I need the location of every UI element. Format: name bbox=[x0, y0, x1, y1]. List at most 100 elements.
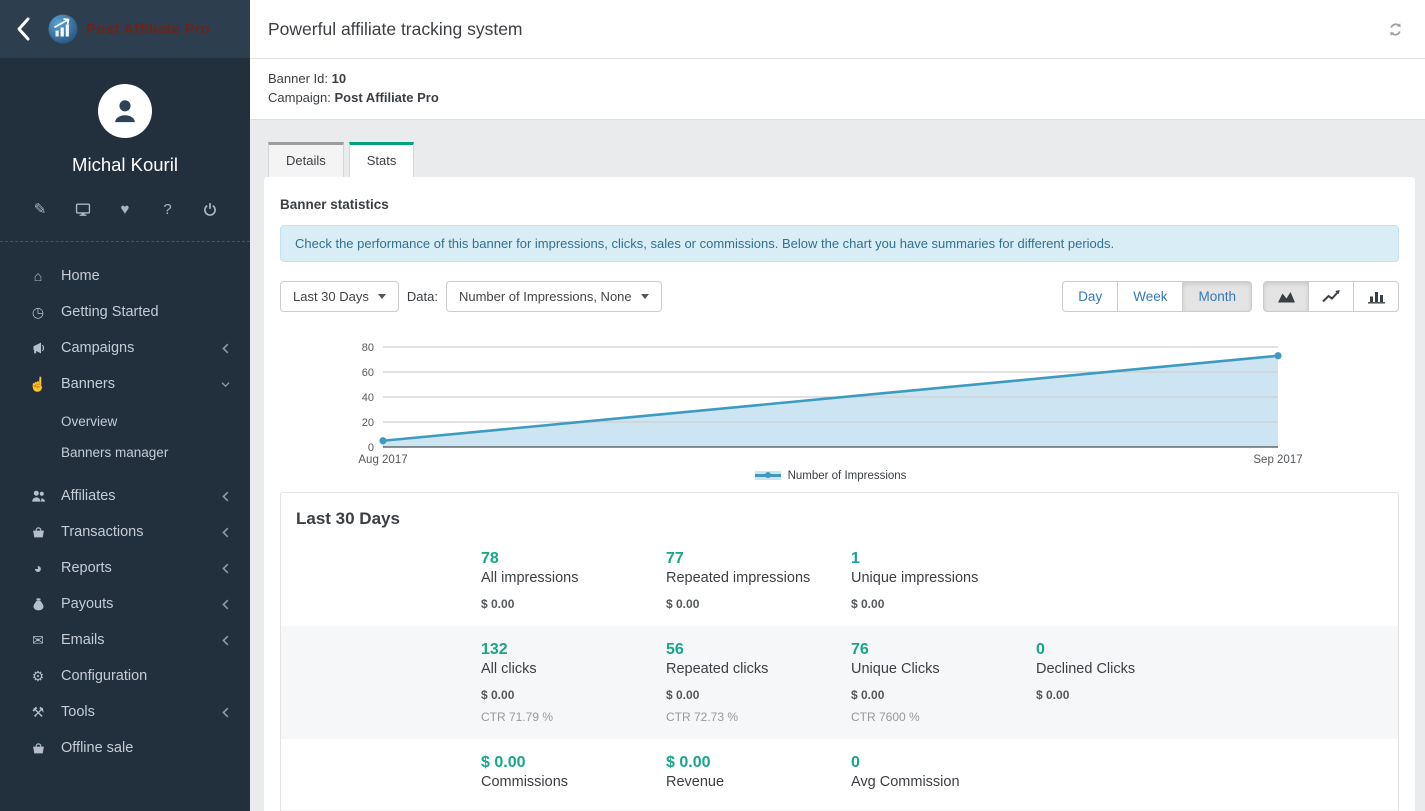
data-dropdown[interactable]: Number of Impressions, None bbox=[446, 281, 662, 312]
sidebar-item-label: Affiliates bbox=[61, 488, 116, 504]
stat-cell-declined-clicks: 0Declined Clicks$ 0.00 bbox=[1036, 639, 1398, 724]
stat-cell-unique-impressions: 1Unique impressions$ 0.00 bbox=[851, 548, 1036, 611]
period-dropdown-value: Last 30 Days bbox=[293, 289, 369, 304]
sidebar-item-transactions[interactable]: Transactions bbox=[0, 514, 250, 550]
power-icon[interactable] bbox=[202, 202, 218, 217]
sidebar-item-payouts[interactable]: Payouts bbox=[0, 586, 250, 622]
month-button[interactable]: Month bbox=[1182, 281, 1252, 312]
app-logo[interactable]: Post Affiliate Pro bbox=[48, 14, 210, 44]
monitor-icon[interactable] bbox=[75, 202, 91, 217]
stats-row: 78All impressions$ 0.0077Repeated impres… bbox=[281, 535, 1398, 626]
summary-rows: 78All impressions$ 0.0077Repeated impres… bbox=[281, 535, 1398, 807]
svg-text:40: 40 bbox=[362, 392, 374, 404]
day-button[interactable]: Day bbox=[1062, 281, 1118, 312]
period-dropdown[interactable]: Last 30 Days bbox=[280, 281, 399, 312]
sidebar-item-label: Getting Started bbox=[61, 304, 159, 320]
sidebar-item-label: Home bbox=[61, 268, 100, 284]
sidebar-item-label: Transactions bbox=[61, 524, 143, 540]
pencil-icon[interactable]: ✎ bbox=[32, 202, 48, 217]
chart-line-button[interactable] bbox=[1308, 281, 1354, 312]
svg-text:80: 80 bbox=[362, 342, 374, 354]
sidebar-item-configuration[interactable]: ⚙Configuration bbox=[0, 658, 250, 694]
sidebar-item-affiliates[interactable]: Affiliates bbox=[0, 478, 250, 514]
sidebar-item-emails[interactable]: ✉Emails bbox=[0, 622, 250, 658]
tab-details[interactable]: Details bbox=[268, 142, 344, 177]
chart-bar-button[interactable] bbox=[1353, 281, 1399, 312]
summary-title: Last 30 Days bbox=[281, 509, 1398, 529]
legend-swatch-icon bbox=[755, 471, 781, 480]
sidebar-item-label: Overview bbox=[61, 414, 117, 429]
stat-money: $ 0.00 bbox=[851, 688, 1036, 702]
heart-pulse-icon[interactable]: ♥ bbox=[117, 202, 133, 217]
sidebar-item-getting-started[interactable]: ◷Getting Started bbox=[0, 294, 250, 330]
summary-card: Last 30 Days 78All impressions$ 0.0077Re… bbox=[280, 492, 1399, 811]
sidebar-item-offline-sale[interactable]: Offline sale bbox=[0, 730, 250, 766]
stat-ctr: CTR 7600 % bbox=[851, 710, 1036, 724]
top-header: Powerful affiliate tracking system bbox=[250, 0, 1425, 59]
week-button[interactable]: Week bbox=[1117, 281, 1183, 312]
svg-text:60: 60 bbox=[362, 367, 374, 379]
sidebar-nav: ⌂Home◷Getting Started Campaigns ☝Banners Ov… bbox=[0, 242, 250, 776]
row-gutter bbox=[281, 639, 481, 724]
stat-value: 132 bbox=[481, 639, 666, 660]
stat-money: $ 0.00 bbox=[666, 688, 851, 702]
avatar[interactable] bbox=[98, 84, 152, 138]
sidebar-item-campaigns[interactable]: Campaigns bbox=[0, 330, 250, 366]
stat-cell-all-impressions: 78All impressions$ 0.00 bbox=[481, 548, 666, 611]
data-dropdown-value: Number of Impressions, None bbox=[459, 289, 632, 304]
stat-label: Revenue bbox=[666, 773, 851, 792]
stat-value: 78 bbox=[481, 548, 666, 569]
chevron-left-icon bbox=[221, 491, 230, 502]
stat-value: 56 bbox=[666, 639, 851, 660]
tools-icon: ⚒ bbox=[28, 704, 48, 721]
stats-panel: Banner statistics Check the performance … bbox=[264, 177, 1415, 811]
stat-cell-revenue: $ 0.00Revenue bbox=[666, 752, 851, 792]
stat-cell-all-clicks: 132All clicks$ 0.00CTR 71.79 % bbox=[481, 639, 666, 724]
sidebar-item-home[interactable]: ⌂Home bbox=[0, 258, 250, 294]
sidebar-item-label: Configuration bbox=[61, 668, 147, 684]
refresh-button[interactable] bbox=[1388, 22, 1403, 37]
sidebar-item-tools[interactable]: ⚒Tools bbox=[0, 694, 250, 730]
banner-id-value: 10 bbox=[332, 71, 346, 86]
campaign-label: Campaign: bbox=[268, 90, 331, 105]
post-affiliate-pro-logo-icon bbox=[48, 14, 78, 44]
question-icon[interactable]: ? bbox=[160, 202, 176, 217]
stat-cell-repeated-impressions: 77Repeated impressions$ 0.00 bbox=[666, 548, 851, 611]
tab-bar: Details Stats bbox=[268, 142, 1425, 177]
chevron-left-icon bbox=[221, 635, 230, 646]
area-chart-icon bbox=[1277, 289, 1296, 304]
quick-actions: ✎ ♥? bbox=[0, 176, 250, 242]
back-button[interactable] bbox=[14, 16, 32, 42]
campaign-value: Post Affiliate Pro bbox=[335, 90, 439, 105]
stat-money: $ 0.00 bbox=[481, 688, 666, 702]
chevron-left-icon bbox=[221, 527, 230, 538]
stat-value: 76 bbox=[851, 639, 1036, 660]
svg-text:Sep 2017: Sep 2017 bbox=[1253, 454, 1302, 466]
refresh-icon bbox=[1388, 22, 1403, 37]
svg-text:Aug 2017: Aug 2017 bbox=[358, 454, 407, 466]
sidebar-item-banners-manager[interactable]: Banners manager bbox=[0, 437, 250, 468]
stat-value: $ 0.00 bbox=[666, 752, 851, 773]
stat-cell-repeated-clicks: 56Repeated clicks$ 0.00CTR 72.73 % bbox=[666, 639, 851, 724]
chevron-left-icon bbox=[221, 707, 230, 718]
svg-text:0: 0 bbox=[368, 442, 374, 454]
tab-stats[interactable]: Stats bbox=[349, 142, 415, 177]
users-icon bbox=[28, 489, 48, 503]
svg-text:20: 20 bbox=[362, 417, 374, 429]
sidebar-item-overview[interactable]: Overview bbox=[0, 406, 250, 437]
chart-area-button[interactable] bbox=[1263, 281, 1309, 312]
row-gutter bbox=[281, 752, 481, 792]
stat-cell-avg-commission: 0Avg Commission bbox=[851, 752, 1036, 792]
sidebar: Post Affiliate Pro Michal Kouril ✎♥? ⌂Ho… bbox=[0, 0, 250, 811]
chevron-left-icon bbox=[14, 16, 32, 42]
legend-label: Number of Impressions bbox=[788, 470, 907, 482]
sidebar-item-reports[interactable]: ◕Reports bbox=[0, 550, 250, 586]
stat-label: Avg Commission bbox=[851, 773, 1036, 792]
chart-type-group bbox=[1263, 281, 1399, 312]
sidebar-item-label: Campaigns bbox=[61, 340, 134, 356]
chevron-left-icon bbox=[221, 563, 230, 574]
stat-money: $ 0.00 bbox=[666, 597, 851, 611]
sidebar-item-banners[interactable]: ☝Banners bbox=[0, 366, 250, 402]
app-logo-text: Post Affiliate Pro bbox=[86, 21, 210, 38]
page-title: Powerful affiliate tracking system bbox=[268, 19, 523, 40]
